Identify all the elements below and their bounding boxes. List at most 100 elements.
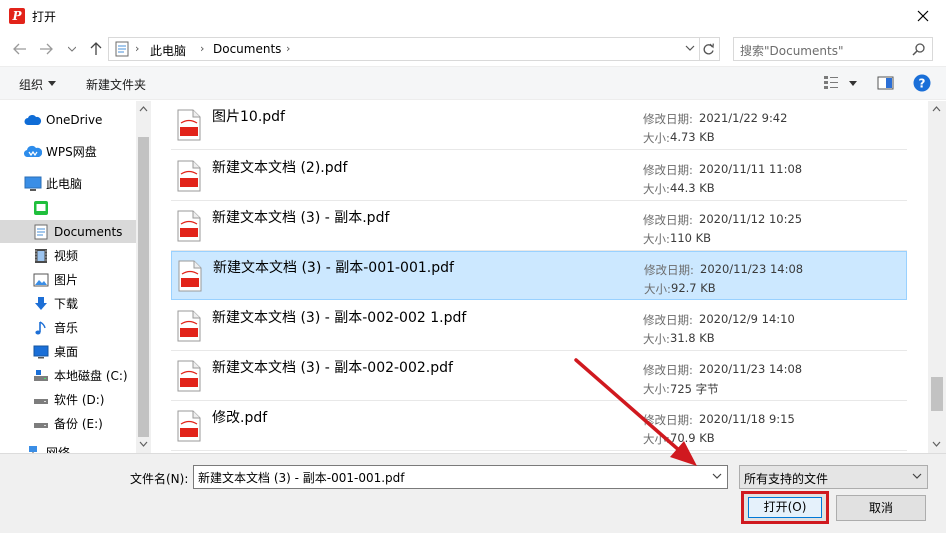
- file-row[interactable]: 新建文本文档 (3) - 副本-002-002 1.pdf 修改日期: 2020/1…: [171, 302, 907, 351]
- nav-label: 软件 (D:): [54, 393, 105, 407]
- chevron-down-icon[interactable]: [849, 81, 857, 86]
- file-row[interactable]: 图片10.pdf 修改日期: 2021/1/22 9:42 大小: 4.73 KB: [171, 101, 907, 150]
- music-icon: [32, 319, 50, 337]
- chevron-down-icon: [68, 46, 76, 52]
- chevron-up-icon[interactable]: [139, 106, 148, 112]
- size-label: 大小:: [643, 182, 670, 196]
- nav-label: 此电脑: [46, 177, 83, 191]
- drive-icon: [32, 391, 50, 409]
- size-value: 70.9 KB: [670, 431, 715, 445]
- chevron-up-icon[interactable]: [932, 106, 941, 112]
- modified-date-value: 2020/11/18 9:15: [699, 412, 795, 426]
- nav-item-network[interactable]: 网络: [0, 441, 136, 453]
- modified-date-value: 2020/11/12 10:25: [699, 212, 803, 226]
- pdf-file-icon: [177, 160, 201, 192]
- pdf-file-icon: [178, 260, 202, 292]
- network-icon: [24, 444, 42, 453]
- navigation-pane: OneDrive WPS网盘 此电脑 Documents 视频 图片 下载 音乐…: [0, 101, 151, 453]
- size-label: 大小:: [644, 282, 671, 296]
- size-label: 大小:: [643, 332, 670, 346]
- cloud-icon: [24, 111, 42, 129]
- nav-label: 本地磁盘 (C:): [54, 369, 128, 383]
- chevron-down-icon[interactable]: [139, 441, 148, 447]
- nav-scrollbar[interactable]: [136, 101, 151, 453]
- size-label: 大小:: [643, 131, 670, 145]
- nav-label: 图片: [54, 273, 79, 287]
- chevron-down-icon[interactable]: [912, 473, 922, 480]
- up-button[interactable]: [86, 39, 106, 59]
- refresh-button[interactable]: [698, 37, 720, 61]
- organize-button[interactable]: 组织: [19, 76, 43, 93]
- chevron-down-icon[interactable]: [685, 44, 695, 52]
- help-icon[interactable]: ?: [913, 74, 931, 92]
- wps-pdf-app-icon: P: [9, 8, 25, 24]
- chevron-down-icon[interactable]: [48, 81, 56, 86]
- preview-pane-icon[interactable]: [877, 75, 894, 91]
- breadcrumb-documents[interactable]: Documents: [213, 42, 281, 56]
- dialog-footer: 文件名(N): 所有支持的文件 打开(O) 取消: [0, 453, 946, 533]
- nav-item-drive-c[interactable]: 本地磁盘 (C:): [0, 364, 136, 387]
- search-input[interactable]: 搜索"Documents": [733, 37, 933, 61]
- file-row[interactable]: 新建文本文档 (2).pdf 修改日期: 2020/11/11 11:08 大小: 44…: [171, 152, 907, 201]
- nav-label: 网络: [46, 446, 71, 453]
- chevron-down-icon[interactable]: [712, 473, 722, 480]
- breadcrumb-separator: ›: [135, 42, 140, 55]
- size-label: 大小:: [643, 232, 670, 246]
- open-button[interactable]: 打开(O): [748, 497, 822, 518]
- nav-item-green-app[interactable]: [0, 196, 136, 219]
- modified-date-value: 2021/1/22 9:42: [699, 111, 788, 125]
- nav-item-drive-e[interactable]: 备份 (E:): [0, 412, 136, 435]
- breadcrumb-this-pc[interactable]: 此电脑: [150, 42, 186, 59]
- file-row[interactable]: 新建文本文档 (3) - 副本-001-001.pdf 修改日期: 2020/11/…: [171, 251, 907, 300]
- address-bar[interactable]: › 此电脑 › Documents ›: [108, 37, 700, 61]
- file-list-scrollbar-thumb[interactable]: [931, 377, 943, 411]
- file-name: 新建文本文档 (3) - 副本-002-002 1.pdf: [212, 310, 467, 326]
- size-value: 92.7 KB: [671, 281, 716, 295]
- forward-button[interactable]: [36, 39, 56, 59]
- file-name: 修改.pdf: [212, 410, 268, 426]
- drive-icon: [32, 367, 50, 385]
- nav-item-desktop[interactable]: 桌面: [0, 340, 136, 363]
- nav-item-music[interactable]: 音乐: [0, 316, 136, 339]
- file-name: 新建文本文档 (3) - 副本-002-002.pdf: [212, 360, 453, 376]
- modified-date-label: 修改日期:: [644, 263, 694, 277]
- search-placeholder: 搜索"Documents": [740, 44, 844, 58]
- modified-date-label: 修改日期:: [643, 413, 693, 427]
- view-options-icon[interactable]: [823, 75, 839, 91]
- modified-date-label: 修改日期:: [643, 213, 693, 227]
- svg-text:?: ?: [919, 77, 926, 91]
- nav-item-wps-cloud[interactable]: WPS网盘: [0, 140, 136, 163]
- refresh-icon: [703, 43, 714, 54]
- breadcrumb-separator: ›: [286, 42, 291, 55]
- documents-icon: [115, 41, 129, 57]
- nav-item-drive-d[interactable]: 软件 (D:): [0, 388, 136, 411]
- nav-item-videos[interactable]: 视频: [0, 244, 136, 267]
- nav-item-this-pc[interactable]: 此电脑: [0, 172, 136, 195]
- nav-item-downloads[interactable]: 下载: [0, 292, 136, 315]
- computer-icon: [24, 175, 42, 193]
- file-list-scrollbar[interactable]: [928, 101, 946, 453]
- green-app-icon: [32, 199, 50, 217]
- nav-item-onedrive[interactable]: OneDrive: [0, 108, 136, 131]
- file-name: 新建文本文档 (3) - 副本.pdf: [212, 210, 390, 226]
- nav-item-documents[interactable]: Documents: [0, 220, 136, 243]
- size-label: 大小:: [643, 382, 670, 396]
- size-value: 725 字节: [670, 382, 719, 396]
- arrow-up-icon: [90, 42, 102, 55]
- cancel-button[interactable]: 取消: [836, 495, 926, 521]
- nav-item-pictures[interactable]: 图片: [0, 268, 136, 291]
- size-value: 4.73 KB: [670, 130, 715, 144]
- recent-locations-button[interactable]: [62, 39, 82, 59]
- new-folder-button[interactable]: 新建文件夹: [86, 76, 146, 93]
- back-button[interactable]: [10, 39, 30, 59]
- file-row[interactable]: 新建文本文档 (3) - 副本.pdf 修改日期: 2020/11/12 10:25…: [171, 202, 907, 251]
- file-row[interactable]: 新建文本文档 (3) - 副本-002-002.pdf 修改日期: 2020/11/…: [171, 352, 907, 401]
- file-type-select[interactable]: 所有支持的文件: [739, 465, 928, 489]
- open-button-highlight: 打开(O): [741, 491, 829, 524]
- close-button[interactable]: [900, 0, 946, 32]
- chevron-down-icon[interactable]: [932, 441, 941, 447]
- file-list: 图片10.pdf 修改日期: 2021/1/22 9:42 大小: 4.73 KB 新建文…: [152, 101, 928, 453]
- filename-input[interactable]: [193, 465, 728, 489]
- file-row[interactable]: 修改.pdf 修改日期: 2020/11/18 9:15 大小: 70.9 KB: [171, 402, 907, 451]
- nav-scrollbar-thumb[interactable]: [138, 137, 149, 437]
